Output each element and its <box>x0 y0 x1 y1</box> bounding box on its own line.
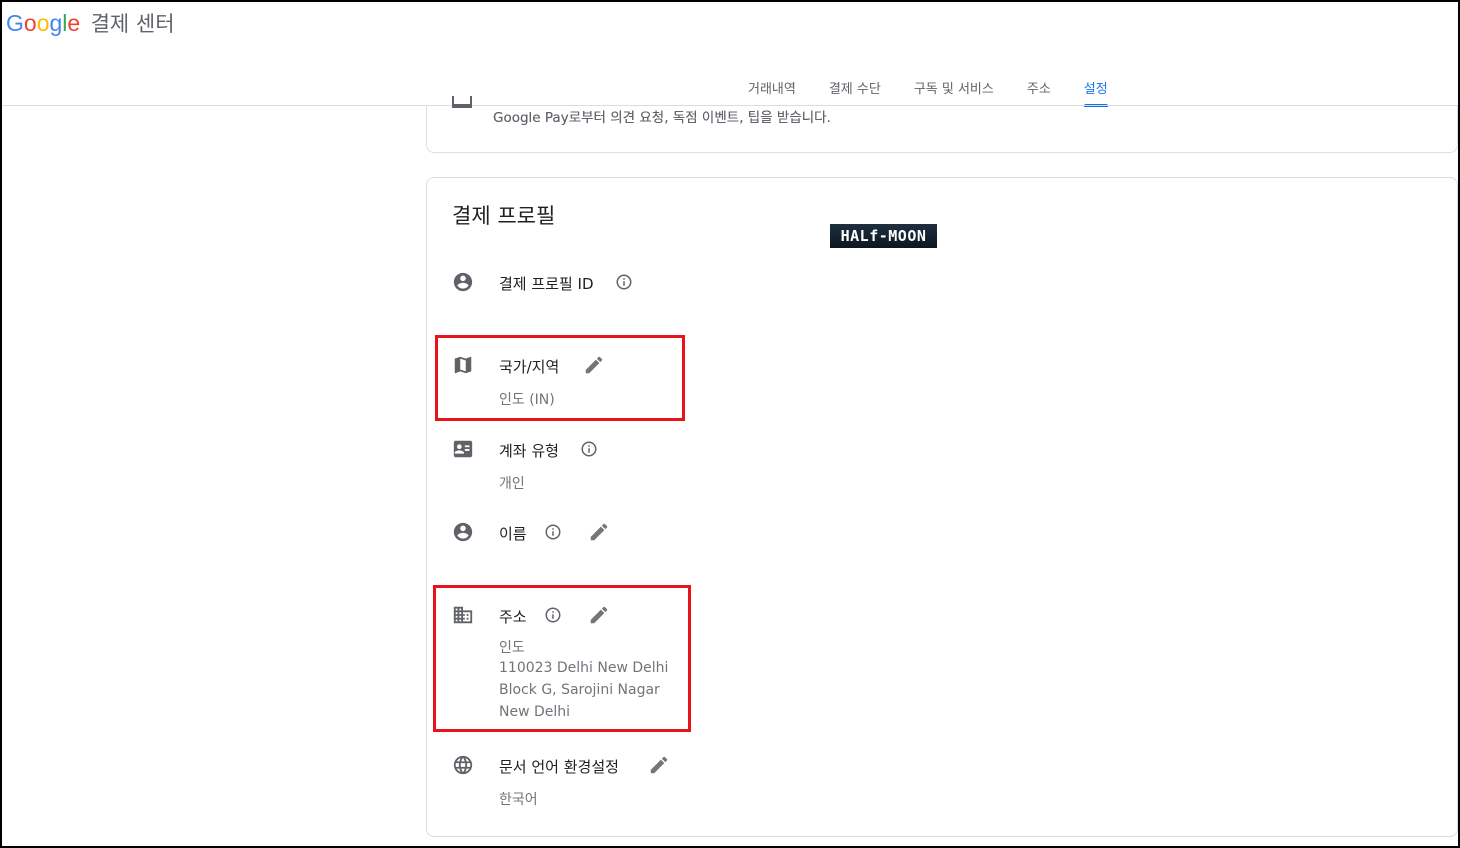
account-circle-icon <box>452 521 474 543</box>
doc-language-value: 한국어 <box>499 792 538 808</box>
edit-country-pencil-icon[interactable] <box>583 354 605 376</box>
account-type-label: 계좌 유형 <box>499 442 559 460</box>
account-circle-icon <box>452 271 474 293</box>
tab-payment-methods[interactable]: 결제 수단 <box>829 78 881 103</box>
watermark-logo: HALf-MOON <box>830 224 937 248</box>
address-line: New Delhi <box>499 704 571 720</box>
logo-letter: g <box>49 10 63 36</box>
logo-letter: o <box>36 10 50 36</box>
google-logo[interactable]: Google 결제 센터 <box>6 8 175 38</box>
feedback-description: Google Pay로부터 의견 요청, 독점 이벤트, 팁을 받습니다. <box>493 110 831 126</box>
header-background <box>2 2 1458 105</box>
info-icon[interactable] <box>544 606 562 624</box>
address-line: Block G, Sarojini Nagar <box>499 682 660 698</box>
profile-id-label: 결제 프로필 ID <box>499 275 594 293</box>
account-type-value: 개인 <box>499 476 525 492</box>
logo-letter: e <box>67 10 81 36</box>
map-icon <box>452 354 474 376</box>
business-building-icon <box>452 604 474 626</box>
card-title: 결제 프로필 <box>452 204 556 228</box>
tab-subscriptions[interactable]: 구독 및 서비스 <box>914 78 994 103</box>
country-value: 인도 (IN) <box>499 392 555 408</box>
info-icon[interactable] <box>615 273 633 291</box>
tab-transactions[interactable]: 거래내역 <box>748 78 796 103</box>
edit-language-pencil-icon[interactable] <box>648 754 670 776</box>
country-label: 국가/지역 <box>499 358 560 376</box>
tab-settings[interactable]: 설정 <box>1083 78 1108 107</box>
address-line: 인도 <box>499 640 525 656</box>
edit-address-pencil-icon[interactable] <box>588 604 610 626</box>
doc-language-label: 문서 언어 환경설정 <box>499 758 619 776</box>
app-title: 결제 센터 <box>90 12 175 36</box>
logo-letter: o <box>23 10 37 36</box>
address-label: 주소 <box>499 608 527 626</box>
logo-letter: G <box>6 10 24 36</box>
contact-card-icon <box>452 438 474 460</box>
nav-tabs: 거래내역 결제 수단 구독 및 서비스 주소 설정 <box>748 78 1141 107</box>
globe-language-icon <box>452 754 474 776</box>
edit-name-pencil-icon[interactable] <box>588 521 610 543</box>
address-line: 110023 Delhi New Delhi <box>499 660 669 676</box>
checkbox-edge[interactable] <box>452 96 472 106</box>
info-icon[interactable] <box>544 523 562 541</box>
tab-addresses[interactable]: 주소 <box>1027 78 1051 103</box>
info-icon[interactable] <box>580 440 598 458</box>
name-label: 이름 <box>499 525 527 543</box>
